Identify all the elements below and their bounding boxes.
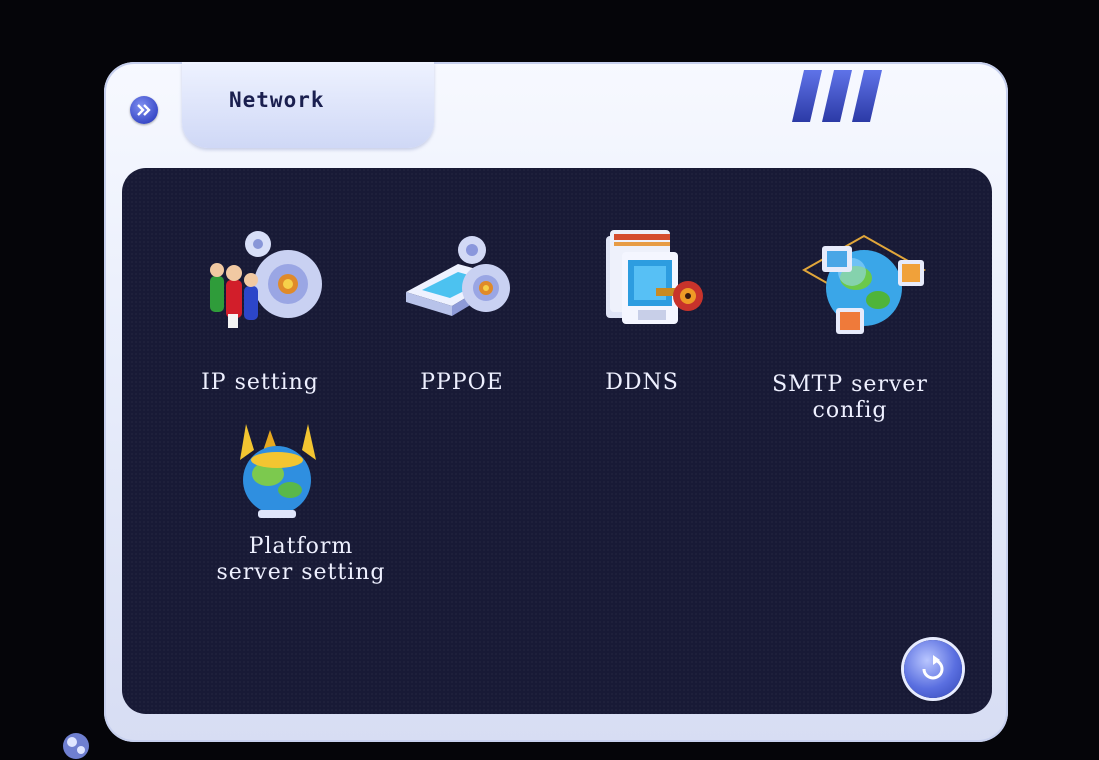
- corner-logo-icon: [63, 733, 89, 759]
- platform-server-icon: [240, 424, 316, 518]
- menu-item-label: PPPOE: [420, 370, 504, 395]
- menu-item-smtp-server-config[interactable]: SMTP server config: [740, 220, 960, 440]
- menu-toggle-button[interactable]: [130, 96, 158, 124]
- menu-item-platform-server-setting[interactable]: Platform server setting: [196, 418, 406, 588]
- menu-item-label: DDNS: [605, 370, 679, 395]
- return-icon: [922, 655, 944, 680]
- menu-item-pppoe[interactable]: PPPOE: [392, 220, 532, 405]
- back-button[interactable]: [904, 640, 962, 698]
- menu-item-label: SMTP server config: [772, 372, 928, 423]
- menu-item-label: Platform server setting: [216, 534, 386, 585]
- pppoe-icon: [406, 236, 510, 316]
- menu-item-ip-setting[interactable]: IP setting: [160, 220, 360, 405]
- page-title: Network: [229, 88, 325, 112]
- menu-item-ddns[interactable]: DDNS: [572, 220, 712, 405]
- smtp-server-icon: [801, 234, 927, 334]
- menu-item-label: IP setting: [201, 370, 319, 395]
- double-chevron-right-icon: [137, 104, 151, 116]
- decorative-stripes-icon: [792, 70, 882, 122]
- ddns-icon: [606, 230, 703, 324]
- ip-setting-icon: [210, 231, 322, 328]
